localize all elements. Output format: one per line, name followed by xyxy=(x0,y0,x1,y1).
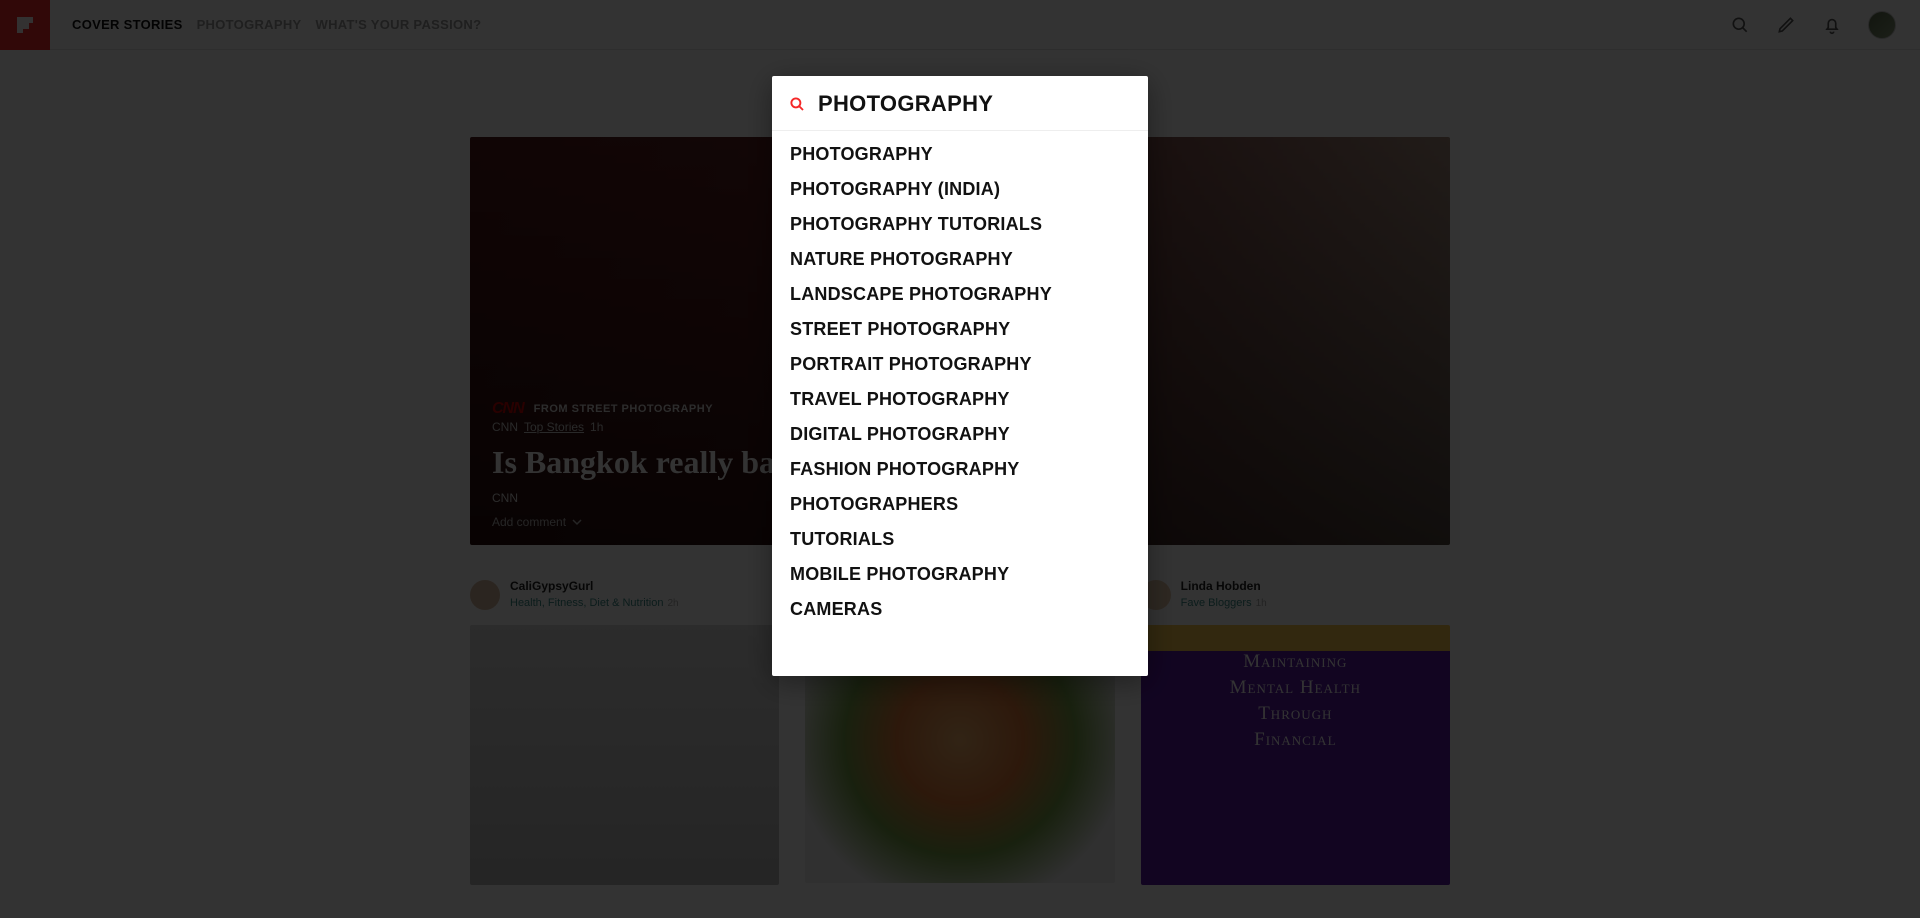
search-input-row xyxy=(772,76,1148,131)
search-suggestion[interactable]: NATURE PHOTOGRAPHY xyxy=(772,242,1148,277)
search-suggestion[interactable]: MOBILE PHOTOGRAPHY xyxy=(772,557,1148,592)
search-suggestions[interactable]: PHOTOGRAPHY PHOTOGRAPHY (INDIA) PHOTOGRA… xyxy=(772,131,1148,676)
search-suggestion[interactable]: TRAVEL PHOTOGRAPHY xyxy=(772,382,1148,417)
search-input[interactable] xyxy=(816,90,1132,118)
search-popover: PHOTOGRAPHY PHOTOGRAPHY (INDIA) PHOTOGRA… xyxy=(772,76,1148,676)
search-suggestion[interactable]: DIGITAL PHOTOGRAPHY xyxy=(772,417,1148,452)
search-suggestion[interactable]: PHOTOGRAPHY (INDIA) xyxy=(772,172,1148,207)
search-icon xyxy=(788,95,806,113)
search-suggestion[interactable]: LANDSCAPE PHOTOGRAPHY xyxy=(772,277,1148,312)
search-suggestion[interactable]: FASHION PHOTOGRAPHY xyxy=(772,452,1148,487)
search-suggestion[interactable]: PHOTOGRAPHERS xyxy=(772,487,1148,522)
search-suggestion[interactable]: PHOTOGRAPHY TUTORIALS xyxy=(772,207,1148,242)
search-suggestion[interactable]: TUTORIALS xyxy=(772,522,1148,557)
search-suggestion[interactable]: STREET PHOTOGRAPHY xyxy=(772,312,1148,347)
search-suggestion[interactable]: CAMERAS xyxy=(772,592,1148,627)
search-suggestion[interactable]: PORTRAIT PHOTOGRAPHY xyxy=(772,347,1148,382)
search-suggestion[interactable]: PHOTOGRAPHY xyxy=(772,137,1148,172)
